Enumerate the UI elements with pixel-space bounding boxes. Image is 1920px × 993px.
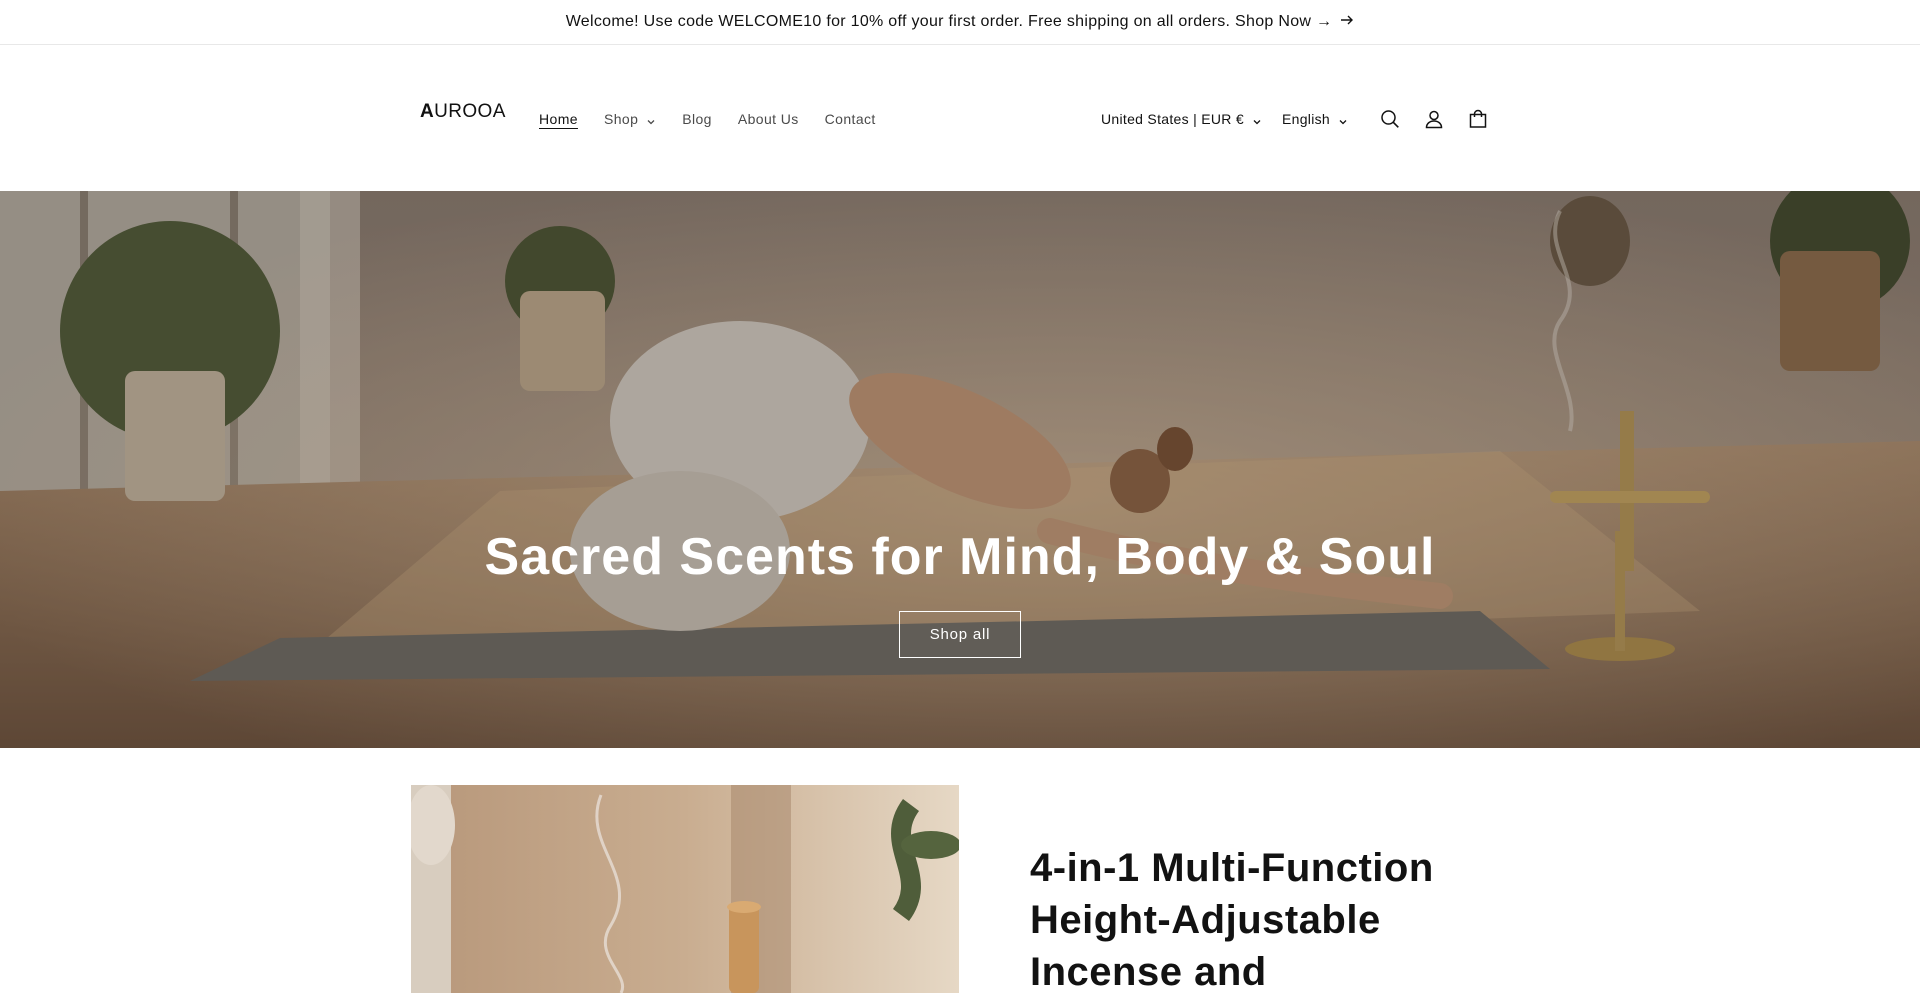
chevron-down-icon <box>1252 114 1262 125</box>
header-controls: United States | EUR € English <box>1101 97 1500 141</box>
account-icon[interactable] <box>1412 97 1456 141</box>
search-icon[interactable] <box>1368 97 1412 141</box>
nav-shop-label: Shop <box>603 111 639 127</box>
featured-product-image[interactable] <box>411 785 959 993</box>
nav-shop[interactable]: Shop <box>604 108 656 130</box>
language-selector[interactable]: English <box>1282 111 1348 127</box>
logo-initial: A <box>420 101 435 122</box>
nav-home[interactable]: Home <box>539 108 578 130</box>
nav-contact[interactable]: Contact <box>825 108 876 130</box>
site-header: A UROOA Home Shop Blog About Us Contact U… <box>0 45 1920 191</box>
site-logo[interactable]: A UROOA <box>420 101 506 123</box>
logo-text: UROOA <box>434 101 506 122</box>
nav-blog[interactable]: Blog <box>682 108 712 130</box>
chevron-down-icon <box>646 114 656 125</box>
country-selector-label: United States | EUR € <box>1100 111 1244 127</box>
chevron-down-icon <box>1338 114 1348 125</box>
main-nav: Home Shop Blog About Us Contact <box>539 108 902 130</box>
featured-product-title: 4-in-1 Multi-Function Height-Adjustable … <box>1030 846 1434 993</box>
featured-product-section: 4-in-1 Multi-Function Height-Adjustable … <box>0 748 1920 993</box>
hero-banner: Sacred Scents for Mind, Body & Soul Shop… <box>0 191 1920 748</box>
cart-icon[interactable] <box>1456 97 1500 141</box>
language-selector-label: English <box>1281 111 1330 127</box>
nav-about-us[interactable]: About Us <box>738 108 799 130</box>
arrow-right-icon[interactable] <box>1340 13 1354 31</box>
announcement-text[interactable]: Welcome! Use code WELCOME10 for 10% off … <box>566 13 1333 31</box>
announcement-bar[interactable]: Welcome! Use code WELCOME10 for 10% off … <box>0 0 1920 45</box>
hero-image <box>0 191 1920 748</box>
shop-all-button[interactable]: Shop all <box>899 611 1021 658</box>
hero-title: Sacred Scents for Mind, Body & Soul <box>484 528 1436 586</box>
country-selector[interactable]: United States | EUR € <box>1101 111 1262 127</box>
